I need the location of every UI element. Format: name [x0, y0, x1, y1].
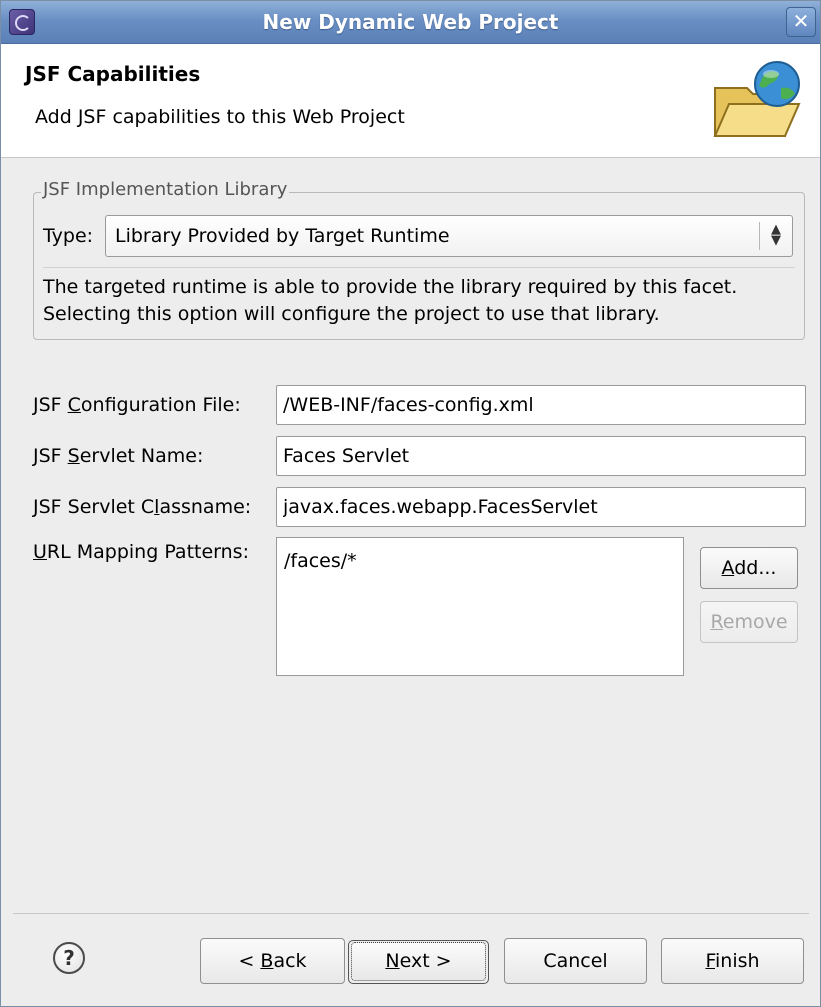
- button-label: dd...: [734, 557, 777, 579]
- servlet-classname-input[interactable]: [276, 487, 806, 527]
- button-mnemonic: B: [260, 950, 274, 972]
- label-mnemonic: U: [33, 541, 47, 563]
- add-pattern-button[interactable]: Add...: [700, 547, 798, 589]
- button-label: <: [238, 950, 261, 972]
- page-description: Add JSF capabilities to this Web Project: [35, 106, 405, 128]
- config-file-input[interactable]: [276, 385, 806, 425]
- url-mapping-list[interactable]: /faces/*: [276, 537, 684, 676]
- button-label: ack: [273, 950, 307, 972]
- servlet-classname-label: JSF Servlet Classname:: [33, 496, 251, 518]
- servlet-name-input[interactable]: [276, 436, 806, 476]
- label-text: onfiguration File:: [80, 394, 241, 416]
- label-text: ervlet Name:: [79, 445, 204, 467]
- group-divider: [43, 267, 795, 268]
- close-button[interactable]: ✕: [786, 7, 816, 37]
- button-mnemonic: F: [705, 950, 715, 972]
- library-info-text: The targeted runtime is able to provide …: [43, 274, 799, 328]
- label-text: JSF: [33, 445, 68, 467]
- button-mnemonic: N: [385, 950, 400, 972]
- help-icon[interactable]: ?: [53, 942, 85, 974]
- library-group-legend: JSF Implementation Library: [41, 179, 290, 200]
- next-button[interactable]: Next >: [351, 942, 486, 981]
- button-label: ext >: [399, 950, 452, 972]
- button-label: inish: [715, 950, 760, 972]
- folder-globe-icon: [713, 61, 801, 137]
- url-mapping-label: URL Mapping Patterns:: [33, 541, 249, 563]
- finish-button[interactable]: Finish: [661, 938, 804, 984]
- servlet-name-label: JSF Servlet Name:: [33, 445, 203, 467]
- library-type-value: Library Provided by Target Runtime: [115, 225, 450, 247]
- library-info-line: The targeted runtime is able to provide …: [43, 276, 738, 298]
- remove-pattern-button[interactable]: Remove: [700, 601, 798, 643]
- button-mnemonic: A: [721, 557, 735, 579]
- type-label: Type:: [43, 225, 94, 247]
- label-text: RL Mapping Patterns:: [46, 541, 249, 563]
- page-title: JSF Capabilities: [25, 62, 201, 86]
- window-title: New Dynamic Web Project: [262, 10, 559, 34]
- label-text: JSF Servlet C: [33, 496, 155, 518]
- chevron-up-down-icon: ▲ ▼: [771, 222, 781, 248]
- title-bar: New Dynamic Web Project ✕: [1, 1, 820, 44]
- label-text: JSF: [33, 394, 68, 416]
- wizard-banner: JSF Capabilities Add JSF capabilities to…: [1, 44, 820, 158]
- button-label: emove: [722, 611, 788, 633]
- label-text: assname:: [159, 496, 252, 518]
- label-mnemonic: C: [67, 394, 81, 416]
- label-mnemonic: S: [67, 445, 80, 467]
- select-divider: [759, 222, 760, 250]
- footer-divider: [13, 913, 809, 914]
- library-type-select[interactable]: Library Provided by Target Runtime ▲ ▼: [105, 215, 793, 257]
- dialog-window: New Dynamic Web Project ✕ JSF Capabiliti…: [0, 0, 821, 1007]
- button-mnemonic: R: [710, 611, 723, 633]
- library-info-line: Selecting this option will configure the…: [43, 303, 660, 325]
- list-item[interactable]: /faces/*: [284, 550, 357, 572]
- back-button[interactable]: < Back: [200, 938, 345, 984]
- cancel-button[interactable]: Cancel: [504, 938, 647, 984]
- config-file-label: JSF Configuration File:: [33, 394, 241, 416]
